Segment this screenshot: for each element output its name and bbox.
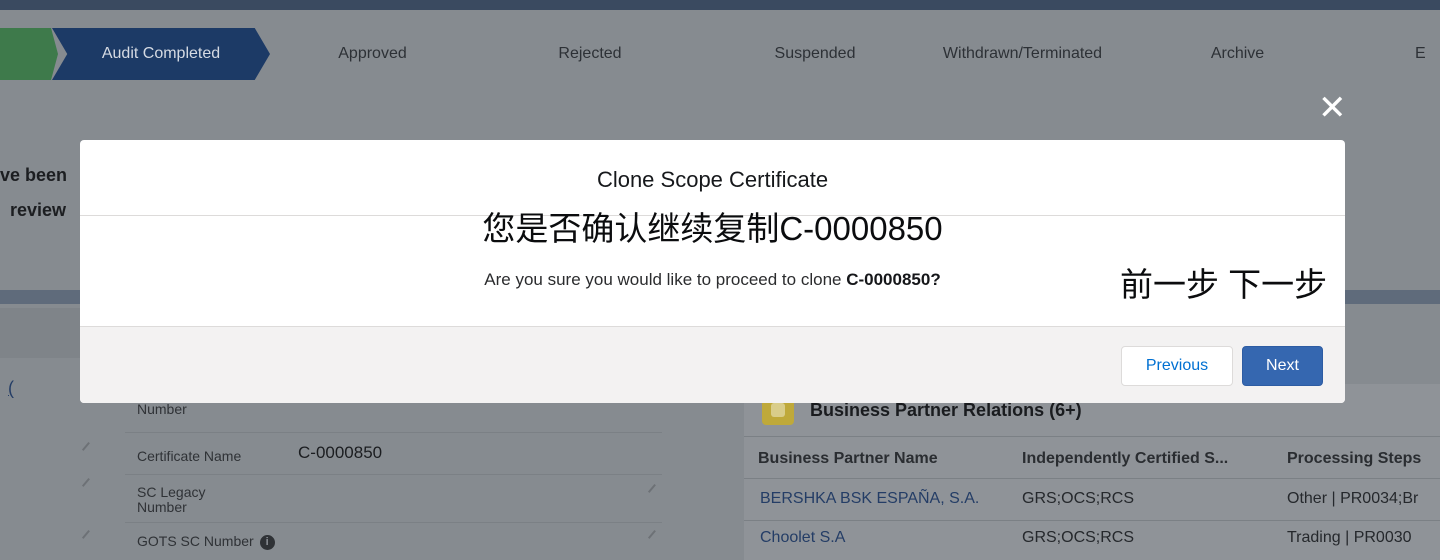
- path-step-completed[interactable]: [0, 28, 58, 80]
- related-list-title[interactable]: Business Partner Relations (6+): [810, 400, 1082, 421]
- field-row-gots-sc-number: GOTS SC Number i: [137, 534, 275, 550]
- notice-text-line1: ve been: [0, 165, 68, 185]
- previous-button[interactable]: Previous: [1121, 346, 1233, 386]
- top-strip: [0, 0, 1440, 10]
- column-header-certified-standards[interactable]: Independently Certified S...: [1022, 450, 1228, 468]
- table-divider: [744, 436, 1440, 437]
- next-button[interactable]: Next: [1242, 346, 1323, 386]
- modal-question-record-id: C-0000850?: [846, 270, 941, 289]
- modal-chinese-annotation: 您是否确认继续复制C-0000850: [482, 210, 943, 247]
- field-label-certificate-name: Certificate Name: [137, 448, 242, 464]
- table-cell-partner-link[interactable]: BERSHKA BSK ESPAÑA, S.A.: [760, 490, 979, 508]
- record-link[interactable]: (: [8, 378, 14, 399]
- table-cell-partner-link[interactable]: Choolet S.A: [760, 529, 845, 547]
- field-divider: [125, 432, 662, 433]
- modal-question-text: Are you sure you would like to proceed t…: [484, 270, 847, 289]
- field-divider: [125, 522, 662, 523]
- table-divider: [744, 478, 1440, 479]
- notice-text-line2: review: [10, 200, 67, 220]
- close-icon[interactable]: ✕: [1318, 91, 1347, 125]
- clone-scope-certificate-modal: Clone Scope Certificate 您是否确认继续复制C-00008…: [80, 140, 1345, 403]
- field-label-number: Number: [137, 401, 187, 417]
- status-path: Audit Completed Approved Rejected Suspen…: [0, 28, 1440, 80]
- path-step-approved[interactable]: Approved: [280, 28, 465, 80]
- field-divider: [125, 474, 662, 475]
- column-header-partner-name[interactable]: Business Partner Name: [758, 450, 938, 468]
- modal-chinese-button-annotation: 前一步 下一步: [1120, 266, 1328, 303]
- path-step-more[interactable]: E: [1415, 28, 1440, 80]
- field-value-certificate-name: C-0000850: [298, 443, 383, 462]
- table-cell: GRS;OCS;RCS: [1022, 529, 1135, 546]
- table-divider: [744, 520, 1440, 521]
- modal-title: Clone Scope Certificate: [596, 167, 829, 192]
- path-step-withdrawn-terminated[interactable]: Withdrawn/Terminated: [915, 28, 1130, 80]
- table-cell: Trading | PR0030: [1287, 529, 1412, 546]
- field-label-sc-legacy-number: SC Legacy Number: [137, 484, 206, 515]
- modal-footer: Previous Next: [80, 326, 1345, 403]
- path-step-rejected[interactable]: Rejected: [495, 28, 685, 80]
- table-cell: GRS;OCS;RCS: [1022, 490, 1135, 507]
- info-icon[interactable]: i: [259, 534, 275, 550]
- field-label-gots-sc-number: GOTS SC Number: [137, 533, 254, 549]
- path-step-archive[interactable]: Archive: [1140, 28, 1335, 80]
- column-header-processing-steps[interactable]: Processing Steps: [1287, 450, 1421, 468]
- path-step-suspended[interactable]: Suspended: [710, 28, 920, 80]
- path-step-audit-completed[interactable]: Audit Completed: [52, 28, 270, 80]
- table-cell: Other | PR0034;Br: [1287, 490, 1419, 507]
